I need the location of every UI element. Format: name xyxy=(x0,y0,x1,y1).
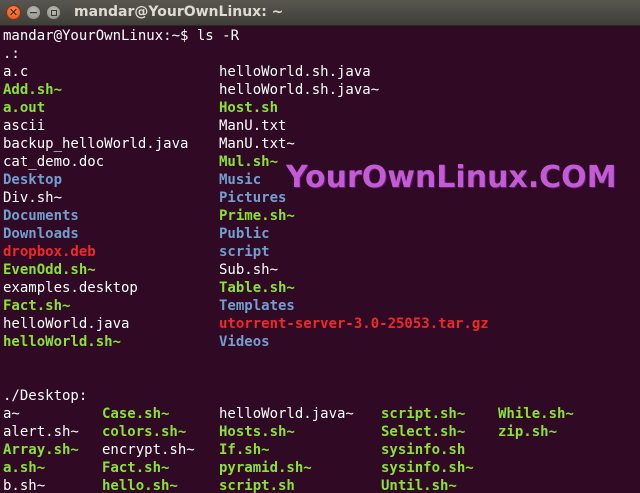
file-entry: sysinfo.sh xyxy=(381,442,466,458)
file-entry: Downloads xyxy=(3,226,79,242)
file-entry: Table.sh~ xyxy=(219,280,295,296)
directory-header: .: xyxy=(3,46,20,62)
close-icon: ✕ xyxy=(8,6,19,19)
minimize-icon: − xyxy=(28,6,39,19)
file-entry: Desktop xyxy=(3,172,63,188)
desktop-header-line: ./Desktop: xyxy=(3,387,87,405)
file-entry: Templates xyxy=(219,298,295,314)
file-entry: Div.sh~ xyxy=(3,190,63,206)
directory-header: ./Desktop: xyxy=(3,388,88,404)
file-entry: script.sh~ xyxy=(381,406,466,422)
file-entry: b.sh~ xyxy=(3,478,46,493)
root-header-line: .: xyxy=(3,45,54,63)
file-entry: examples.desktop xyxy=(3,280,138,296)
file-entry: pyramid.sh~ xyxy=(219,460,312,476)
file-entry: Case.sh~ xyxy=(102,406,170,422)
file-entry: Array.sh~ xyxy=(3,442,79,458)
file-entry: Add.sh~ xyxy=(3,82,63,98)
file-entry: alert.sh~ xyxy=(3,424,79,440)
file-entry: ManU.txt xyxy=(219,118,287,134)
title-bar[interactable]: ✕ − mandar@YourOwnLinux: ~ xyxy=(0,0,640,26)
window-title: mandar@YourOwnLinux: ~ xyxy=(74,4,284,20)
file-entry: Videos xyxy=(219,334,270,350)
file-entry: Sub.sh~ xyxy=(219,262,279,278)
file-entry: helloWorld.sh.java~ xyxy=(219,82,380,98)
file-entry: helloWorld.java xyxy=(3,316,130,332)
command-prompt: mandar@YourOwnLinux:~$ ls -R xyxy=(3,28,240,44)
file-entry: a~ xyxy=(3,406,20,422)
file-entry: Until.sh~ xyxy=(381,478,457,493)
file-entry: zip.sh~ xyxy=(498,424,558,440)
file-entry: a.sh~ xyxy=(3,460,46,476)
file-entry: cat_demo.doc xyxy=(3,154,105,170)
file-entry: utorrent-server-3.0-25053.tar.gz xyxy=(219,316,489,332)
file-entry: script xyxy=(219,244,270,260)
file-entry: Fact.sh~ xyxy=(102,460,170,476)
file-entry: ManU.txt~ xyxy=(219,136,295,152)
file-entry: sysinfo.sh~ xyxy=(381,460,474,476)
watermark-logo: YourOwnLinux.COM xyxy=(286,160,617,195)
file-entry: Music xyxy=(219,172,262,188)
file-entry: Prime.sh~ xyxy=(219,208,295,224)
file-entry: helloWorld.sh.java xyxy=(219,64,371,80)
prompt-line: mandar@YourOwnLinux:~$ ls -R xyxy=(3,27,239,45)
file-entry: Mul.sh~ xyxy=(219,154,279,170)
terminal-output[interactable]: mandar@YourOwnLinux:~$ ls -R .: a.c hello… xyxy=(3,27,640,493)
file-entry: helloWorld.java~ xyxy=(219,406,354,422)
file-entry: Fact.sh~ xyxy=(3,298,71,314)
file-entry: colors.sh~ xyxy=(102,424,187,440)
file-entry: a.out xyxy=(3,100,46,116)
file-entry: Select.sh~ xyxy=(381,424,466,440)
close-button[interactable]: ✕ xyxy=(6,5,21,20)
file-entry: encrypt.sh~ xyxy=(102,442,195,458)
file-entry: Host.sh xyxy=(219,100,279,116)
file-entry: Documents xyxy=(3,208,79,224)
file-entry: script.sh xyxy=(219,478,295,493)
file-entry: Public xyxy=(219,226,270,242)
file-entry: Pictures xyxy=(219,190,287,206)
file-entry: EvenOdd.sh~ xyxy=(3,262,96,278)
minimize-button[interactable]: − xyxy=(26,5,41,20)
file-entry: backup_helloWorld.java xyxy=(3,136,189,152)
maximize-icon xyxy=(50,9,57,16)
file-entry: dropbox.deb xyxy=(3,244,96,260)
file-entry: hello.sh~ xyxy=(102,478,178,493)
file-entry: Hosts.sh~ xyxy=(219,424,295,440)
terminal-window: ✕ − mandar@YourOwnLinux: ~ mandar@YourOw… xyxy=(0,0,640,493)
file-entry: helloWorld.sh~ xyxy=(3,334,122,350)
file-entry: While.sh~ xyxy=(498,406,574,422)
file-entry: ascii xyxy=(3,118,46,134)
file-entry: a.c xyxy=(3,64,29,80)
maximize-button[interactable] xyxy=(46,5,61,20)
file-entry: If.sh~ xyxy=(219,442,270,458)
